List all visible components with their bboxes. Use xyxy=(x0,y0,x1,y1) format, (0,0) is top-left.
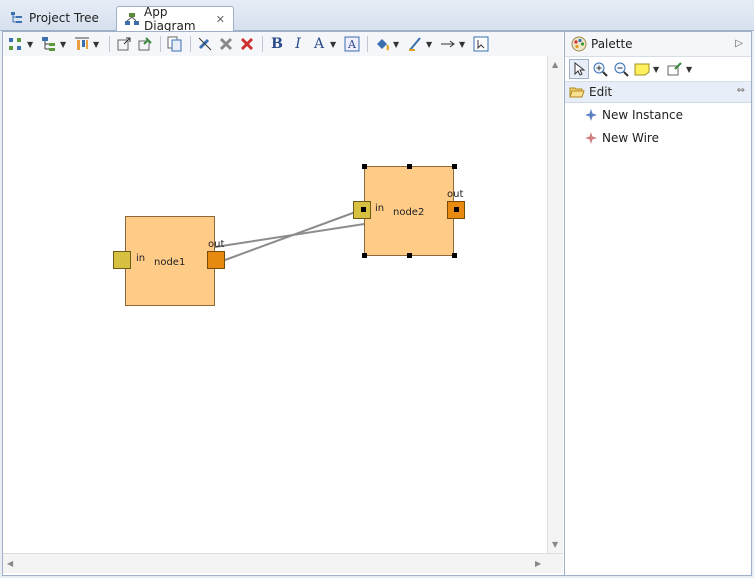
selection-handle[interactable] xyxy=(362,253,367,258)
node-name: node1 xyxy=(154,257,186,268)
port-label-in: in xyxy=(375,203,385,214)
palette-panel: Palette ▷ ▼ ▼ Edit ⇔ New Instance New Wi… xyxy=(564,32,751,575)
pin-drawer-icon[interactable]: ⇔ xyxy=(737,85,745,96)
italic-icon[interactable]: I xyxy=(288,34,308,54)
port-label-in: in xyxy=(136,253,146,264)
palette-icon xyxy=(571,36,587,52)
palette-drawer-edit[interactable]: Edit ⇔ xyxy=(565,82,751,103)
bold-icon[interactable]: B xyxy=(267,34,287,54)
port-label-out: out xyxy=(447,189,464,200)
chevron-down-icon[interactable]: ▼ xyxy=(60,40,69,49)
diagram-canvas[interactable]: node1 in out node2 in out xyxy=(3,56,547,553)
svg-text:A: A xyxy=(347,38,357,51)
chevron-down-icon[interactable]: ▼ xyxy=(27,40,36,49)
selection-handle[interactable] xyxy=(407,253,412,258)
drawer-label: Edit xyxy=(589,85,613,99)
copy-appearance-icon[interactable] xyxy=(165,34,185,54)
font-dialog-icon[interactable]: A xyxy=(342,34,362,54)
toolbar-separator xyxy=(262,36,263,52)
editor-tab-bar: Project Tree App Diagram ✕ xyxy=(0,0,754,33)
chevron-down-icon[interactable]: ▼ xyxy=(686,65,695,74)
node-name: node2 xyxy=(393,207,425,218)
entry-label: New Instance xyxy=(602,107,684,122)
chevron-down-icon[interactable]: ▼ xyxy=(330,40,339,49)
arrange-icon[interactable] xyxy=(39,34,59,54)
folder-open-icon xyxy=(569,85,585,99)
wires-layer xyxy=(130,209,456,261)
selection-handle[interactable] xyxy=(361,207,366,212)
vertical-scrollbar[interactable]: ▲ ▼ xyxy=(547,56,563,553)
delete-icon[interactable] xyxy=(216,34,236,54)
scroll-right-icon[interactable]: ▶ xyxy=(535,559,541,568)
line-color-icon[interactable] xyxy=(405,34,425,54)
chevron-down-icon[interactable]: ▼ xyxy=(393,40,402,49)
entry-label: New Wire xyxy=(602,130,659,145)
export-icon[interactable] xyxy=(114,34,134,54)
selection-handle[interactable] xyxy=(362,164,367,169)
selection-handle[interactable] xyxy=(407,164,412,169)
collapse-palette-icon[interactable]: ▷ xyxy=(735,38,743,49)
tab-app-diagram[interactable]: App Diagram ✕ xyxy=(116,5,234,33)
toolbar-separator xyxy=(109,36,110,52)
chevron-down-icon[interactable]: ▼ xyxy=(459,40,468,49)
palette-entry-new-instance[interactable]: New Instance xyxy=(565,103,751,126)
diagram-toolbar: ▼ ▼ ▼ B I A ▼ A ▼ ▼ ▼ xyxy=(3,32,563,56)
note-attachment-icon[interactable] xyxy=(665,59,685,79)
tab-label: Project Tree xyxy=(29,11,99,25)
scroll-left-icon[interactable]: ◀ xyxy=(7,559,13,568)
selection-handle[interactable] xyxy=(452,164,457,169)
instance-icon xyxy=(585,108,597,121)
toolbar-separator xyxy=(160,36,161,52)
align-icon[interactable] xyxy=(72,34,92,54)
port-label-out: out xyxy=(208,239,225,250)
out-port[interactable] xyxy=(207,251,225,269)
tab-label: App Diagram xyxy=(144,5,196,33)
selection-handle[interactable] xyxy=(454,207,459,212)
wire[interactable] xyxy=(224,209,362,261)
tab-project-tree[interactable]: Project Tree xyxy=(2,6,114,30)
diagram-node-node1[interactable]: node1 in out xyxy=(125,216,224,306)
chevron-down-icon[interactable]: ▼ xyxy=(93,40,102,49)
wire-icon xyxy=(585,131,597,144)
hide-icon[interactable] xyxy=(195,34,215,54)
palette-title: Palette xyxy=(591,37,633,51)
toolbar-separator xyxy=(190,36,191,52)
tree-icon xyxy=(10,11,24,25)
delete-from-model-icon[interactable] xyxy=(237,34,257,54)
diagram-icon xyxy=(125,12,139,26)
scroll-down-icon[interactable]: ▼ xyxy=(552,540,558,549)
selection-handle[interactable] xyxy=(452,253,457,258)
zoom-in-icon[interactable] xyxy=(590,59,610,79)
palette-header: Palette ▷ xyxy=(565,32,751,56)
line-style-icon[interactable] xyxy=(438,34,458,54)
select-all-icon[interactable] xyxy=(471,34,491,54)
note-icon[interactable] xyxy=(632,59,652,79)
select-tool-icon[interactable] xyxy=(569,59,589,79)
scroll-up-icon[interactable]: ▲ xyxy=(552,60,558,69)
chevron-down-icon[interactable]: ▼ xyxy=(426,40,435,49)
zoom-out-icon[interactable] xyxy=(611,59,631,79)
diagram-node-node2[interactable]: node2 in out xyxy=(364,166,463,256)
editor-area: ▼ ▼ ▼ B I A ▼ A ▼ ▼ ▼ node1 in out node2… xyxy=(2,31,752,576)
pin-icon[interactable] xyxy=(135,34,155,54)
palette-entry-new-wire[interactable]: New Wire xyxy=(565,126,751,149)
palette-tools: ▼ ▼ xyxy=(565,56,751,82)
horizontal-scrollbar[interactable]: ◀ ▶ xyxy=(3,553,563,573)
fill-color-icon[interactable] xyxy=(372,34,392,54)
close-icon[interactable]: ✕ xyxy=(216,13,225,26)
in-port[interactable] xyxy=(113,251,131,269)
toolbar-separator xyxy=(367,36,368,52)
chevron-down-icon[interactable]: ▼ xyxy=(653,65,662,74)
layout-icon[interactable] xyxy=(6,34,26,54)
font-color-icon[interactable]: A xyxy=(309,34,329,54)
